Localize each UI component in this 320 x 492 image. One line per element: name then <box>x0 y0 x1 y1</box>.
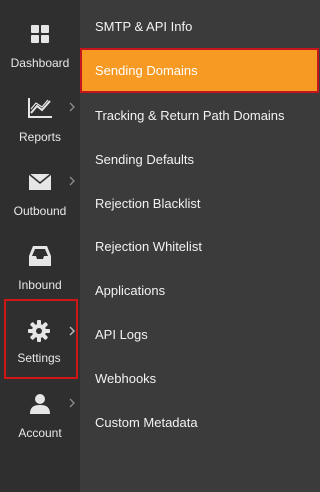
submenu-item-rejection-blacklist[interactable]: Rejection Blacklist <box>80 181 319 225</box>
submenu-item-label: API Logs <box>95 326 148 342</box>
dashboard-icon <box>0 22 80 46</box>
nav-account[interactable]: Account <box>0 384 80 458</box>
chevron-right-icon <box>69 176 75 186</box>
nav-dashboard-label: Dashboard <box>10 56 70 70</box>
nav-outbound[interactable]: Outbound <box>0 162 80 236</box>
submenu-item-label: Rejection Whitelist <box>95 238 202 254</box>
main-nav-rail: Dashboard Reports Outbound Inbound Setti… <box>0 0 80 492</box>
chevron-right-icon <box>69 102 75 112</box>
submenu-item-api-logs[interactable]: API Logs <box>80 312 319 356</box>
submenu-item-label: Tracking & Return Path Domains <box>95 107 285 123</box>
nav-dashboard[interactable]: Dashboard <box>0 14 80 88</box>
submenu-item-webhooks[interactable]: Webhooks <box>80 356 319 400</box>
settings-submenu: SMTP & API Info Sending Domains Tracking… <box>80 0 319 492</box>
submenu-item-label: Webhooks <box>95 370 157 386</box>
nav-settings-label: Settings <box>17 351 61 365</box>
nav-inbound-label: Inbound <box>18 278 62 292</box>
submenu-item-sending-domains[interactable]: Sending Domains <box>80 48 319 93</box>
submenu-item-label: Sending Domains <box>95 63 198 78</box>
nav-settings[interactable]: Settings <box>4 299 78 379</box>
submenu-item-rejection-whitelist[interactable]: Rejection Whitelist <box>80 224 319 268</box>
submenu-item-label: Applications <box>95 282 166 298</box>
submenu-item-custom-metadata[interactable]: Custom Metadata <box>80 400 319 444</box>
inbox-icon <box>0 244 80 268</box>
submenu-item-smtp-api-info[interactable]: SMTP & API Info <box>80 4 319 48</box>
submenu-item-label: Custom Metadata <box>95 414 198 430</box>
nav-outbound-label: Outbound <box>13 204 67 218</box>
submenu-item-sending-defaults[interactable]: Sending Defaults <box>80 137 319 181</box>
nav-account-label: Account <box>18 426 62 440</box>
gear-icon <box>4 319 74 343</box>
chevron-right-icon <box>69 326 75 336</box>
nav-reports[interactable]: Reports <box>0 88 80 162</box>
submenu-item-label: SMTP & API Info <box>95 18 193 34</box>
chevron-right-icon <box>69 398 75 408</box>
nav-reports-label: Reports <box>18 130 62 144</box>
submenu-item-tracking-return-path[interactable]: Tracking & Return Path Domains <box>80 93 319 137</box>
submenu-item-label: Rejection Blacklist <box>95 195 201 211</box>
submenu-item-label: Sending Defaults <box>95 151 195 167</box>
submenu-item-applications[interactable]: Applications <box>80 268 319 312</box>
